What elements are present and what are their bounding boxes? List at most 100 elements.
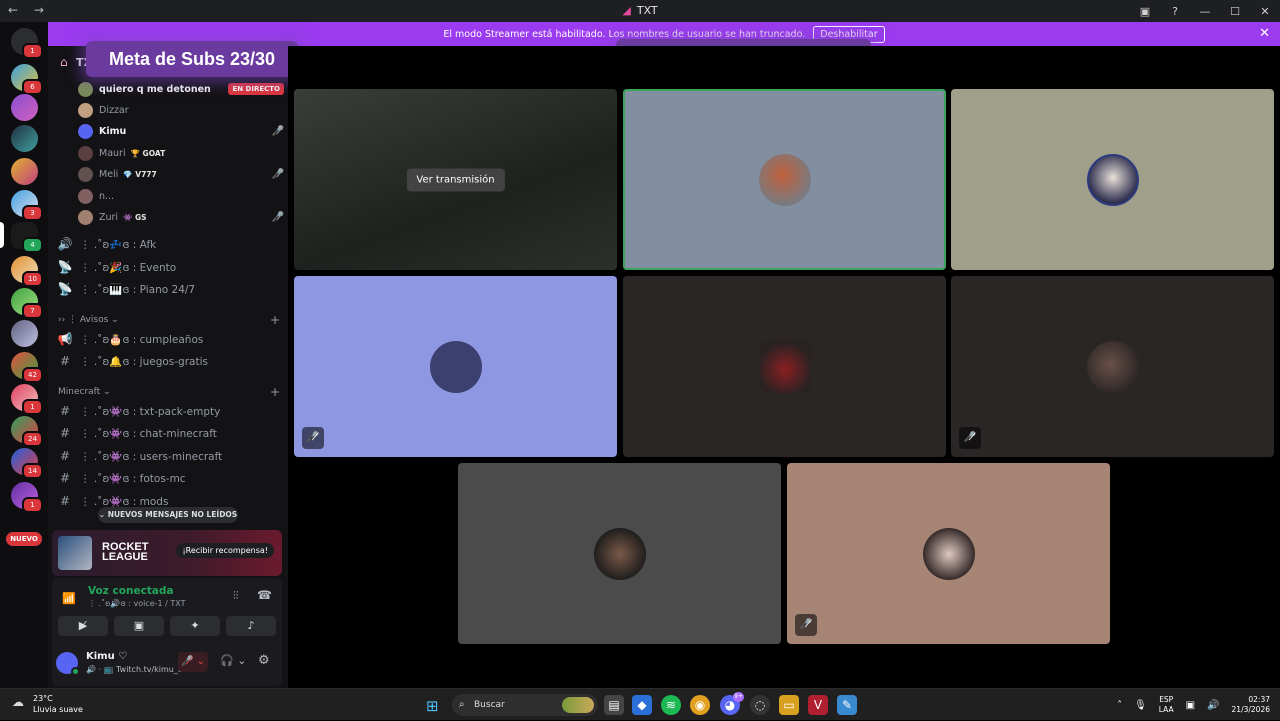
screen-share-button[interactable]: ▣ — [114, 616, 164, 636]
channel-users-minecraft[interactable]: # ⋮ .˚ʚ👾ɞ : users-minecraft — [56, 446, 281, 466]
server-icon[interactable]: 42 — [11, 352, 43, 383]
participant-tile[interactable] — [951, 89, 1274, 270]
participant-tile[interactable]: 🎤̸ — [787, 463, 1110, 644]
inbox-icon[interactable]: ▣ — [1130, 5, 1160, 18]
voice-channel-path[interactable]: ⋮ .˚ʚ🔊ɞ : voice-1 / TXT — [88, 599, 186, 608]
voice-user[interactable]: quiero q me detonen EN DIRECTO — [78, 79, 284, 99]
voice-user[interactable]: Meli 💎 V777 🎤̸ — [78, 164, 284, 184]
windows-start-icon[interactable]: ⊞ — [426, 697, 439, 715]
discord-icon[interactable]: ◕ 9+ — [720, 692, 744, 715]
close-window-button[interactable]: ✕ — [1250, 5, 1280, 18]
server-icon[interactable]: 3 — [11, 190, 43, 221]
category-avisos[interactable]: ›› ⋮ Avisos ⌄ + — [58, 312, 280, 328]
noise-suppression-icon[interactable]: ⫶⫶ — [233, 589, 239, 603]
soundboard-button[interactable]: ♪ — [226, 616, 276, 636]
channel-txt-pack-empty[interactable]: # ⋮ .˚ʚ👾ɞ : txt-pack-empty — [56, 401, 281, 421]
voice-user[interactable]: n... — [78, 186, 284, 206]
chrome-icon[interactable]: ◉ — [690, 695, 710, 715]
hash-icon: # — [59, 354, 71, 368]
maximize-button[interactable]: ☐ — [1220, 5, 1250, 18]
participant-tile[interactable] — [623, 89, 946, 270]
task-view-icon[interactable]: ▤ — [604, 695, 624, 715]
participant-tile[interactable]: 🎤̸ — [294, 276, 617, 457]
avatar — [1086, 153, 1139, 206]
watch-stream-button[interactable]: Ver transmisión — [406, 168, 505, 191]
stream-tile[interactable]: Ver transmisión — [294, 89, 617, 270]
server-icon-txt[interactable]: 4 — [11, 222, 43, 253]
category-minecraft[interactable]: Minecraft ⌄ + — [58, 384, 280, 400]
direct-messages-icon[interactable]: 1 — [11, 28, 43, 59]
file-explorer-icon[interactable]: ▭ — [779, 695, 799, 715]
deafen-headphones-icon[interactable]: 🎧 ⌄ — [220, 654, 246, 667]
server-icon[interactable]: 1 — [11, 482, 43, 513]
avatar — [922, 527, 975, 580]
server-icon[interactable]: 14 — [11, 448, 43, 479]
promo-image — [58, 536, 92, 570]
store-icon[interactable]: ◆ — [632, 695, 652, 715]
weather-icon[interactable]: ☁ — [12, 695, 24, 709]
server-icon[interactable]: 6 — [11, 64, 43, 95]
new-unread-messages-pill[interactable]: ⌄ NUEVOS MENSAJES NO LEÍDOS — [98, 507, 238, 523]
channel-afk[interactable]: 🔊 ⋮ .˚ʚ💤ɞ : Afk — [56, 234, 281, 254]
muted-mic-icon: 🎤̸ — [271, 211, 284, 223]
server-icon[interactable]: 24 — [11, 416, 43, 447]
system-tray: ˄ 🎙 ESP LAA ▣ 🔊 02:37 21/3/2026 — [1111, 689, 1270, 721]
channel-name: ⋮ .˚ʚ🔔ɞ : juegos-gratis — [80, 355, 208, 368]
channel-chat-minecraft[interactable]: # ⋮ .˚ʚ👾ɞ : chat-minecraft — [56, 423, 281, 443]
network-icon[interactable]: ▣ — [1186, 700, 1195, 711]
close-banner-icon[interactable]: ✕ — [1259, 26, 1270, 41]
signal-icon[interactable]: 📶 — [62, 592, 76, 605]
hash-icon: # — [59, 426, 71, 440]
hash-icon: # — [59, 494, 71, 508]
app-icon[interactable]: ✎ — [837, 695, 857, 715]
disconnect-icon[interactable]: ☎ — [257, 588, 272, 602]
participant-tile[interactable] — [458, 463, 781, 644]
microphone-icon[interactable]: 🎙 — [1134, 700, 1147, 711]
chevron-up-icon[interactable]: ˄ — [1117, 700, 1122, 711]
camera-off-button[interactable]: ▶̸ — [58, 616, 108, 636]
help-icon[interactable]: ? — [1160, 5, 1190, 18]
activities-button[interactable]: ✦ — [170, 616, 220, 636]
voice-user[interactable]: Mauri 🏆 GOAT — [78, 143, 284, 163]
channel-cumpleanos[interactable]: 📢 ⋮ .˚ʚ🎂ɞ : cumpleaños — [56, 329, 281, 349]
add-channel-icon[interactable]: + — [270, 313, 280, 327]
language-indicator[interactable]: ESP LAA — [1159, 695, 1174, 715]
volume-icon[interactable]: 🔊 — [1207, 700, 1219, 711]
clock[interactable]: 02:37 21/3/2026 — [1232, 695, 1270, 715]
weather-temp[interactable]: 23°C — [33, 694, 53, 703]
valorant-icon[interactable]: V — [808, 695, 828, 715]
add-channel-icon[interactable]: + — [270, 385, 280, 399]
participant-tile[interactable]: 🎤̸ — [951, 276, 1274, 457]
server-icon[interactable]: 7 — [11, 288, 43, 319]
avatar — [1086, 340, 1139, 393]
announcement-icon: 📢 — [57, 332, 73, 346]
mute-mic-button[interactable]: 🎤̸ ⌄ — [178, 652, 208, 672]
spotify-icon[interactable]: ≋ — [661, 695, 681, 715]
server-icon[interactable] — [11, 158, 38, 185]
app-icon[interactable]: ◌ — [750, 695, 770, 715]
settings-gear-icon[interactable]: ⚙ — [258, 653, 270, 668]
server-icon[interactable] — [11, 320, 38, 347]
server-icon[interactable] — [11, 94, 38, 121]
channel-evento[interactable]: 📡 ⋮ .˚ʚ🎉ɞ : Evento — [56, 257, 281, 277]
server-icon[interactable]: 1 — [11, 384, 43, 415]
channel-fotos-mc[interactable]: # ⋮ .˚ʚ👾ɞ : fotos-mc — [56, 468, 281, 488]
voice-user[interactable]: Dizzar — [78, 100, 284, 120]
user-name[interactable]: Kimu ♡ — [86, 651, 127, 662]
voice-status[interactable]: Voz conectada — [88, 585, 174, 597]
server-home-icon: ⌂ — [60, 55, 68, 69]
server-icon[interactable] — [11, 125, 38, 152]
claim-reward-button[interactable]: ¡Recibir recompensa! — [176, 543, 274, 558]
muted-mic-icon: 🎤̸ — [959, 427, 981, 449]
channel-piano[interactable]: 📡 ⋮ .˚ʚ🎹ɞ : Piano 24/7 — [56, 279, 281, 299]
channel-sidebar: ⌂ TXT quiero q me detonen EN DIRECTO Diz… — [48, 46, 288, 688]
server-icon[interactable]: 10 — [11, 256, 43, 287]
channel-juegos-gratis[interactable]: # ⋮ .˚ʚ🔔ɞ : juegos-gratis — [56, 351, 281, 371]
minimize-button[interactable]: — — [1190, 5, 1220, 18]
new-unread-badge[interactable]: NUEVO — [6, 532, 42, 546]
taskbar-search[interactable]: ⌕ Buscar — [452, 694, 598, 716]
weather-condition[interactable]: Lluvia suave — [33, 705, 83, 714]
voice-user[interactable]: Zuri 👾 GS 🎤̸ — [78, 207, 284, 227]
participant-tile[interactable] — [623, 276, 946, 457]
voice-user[interactable]: Kimu 🎤̸ — [78, 121, 284, 141]
